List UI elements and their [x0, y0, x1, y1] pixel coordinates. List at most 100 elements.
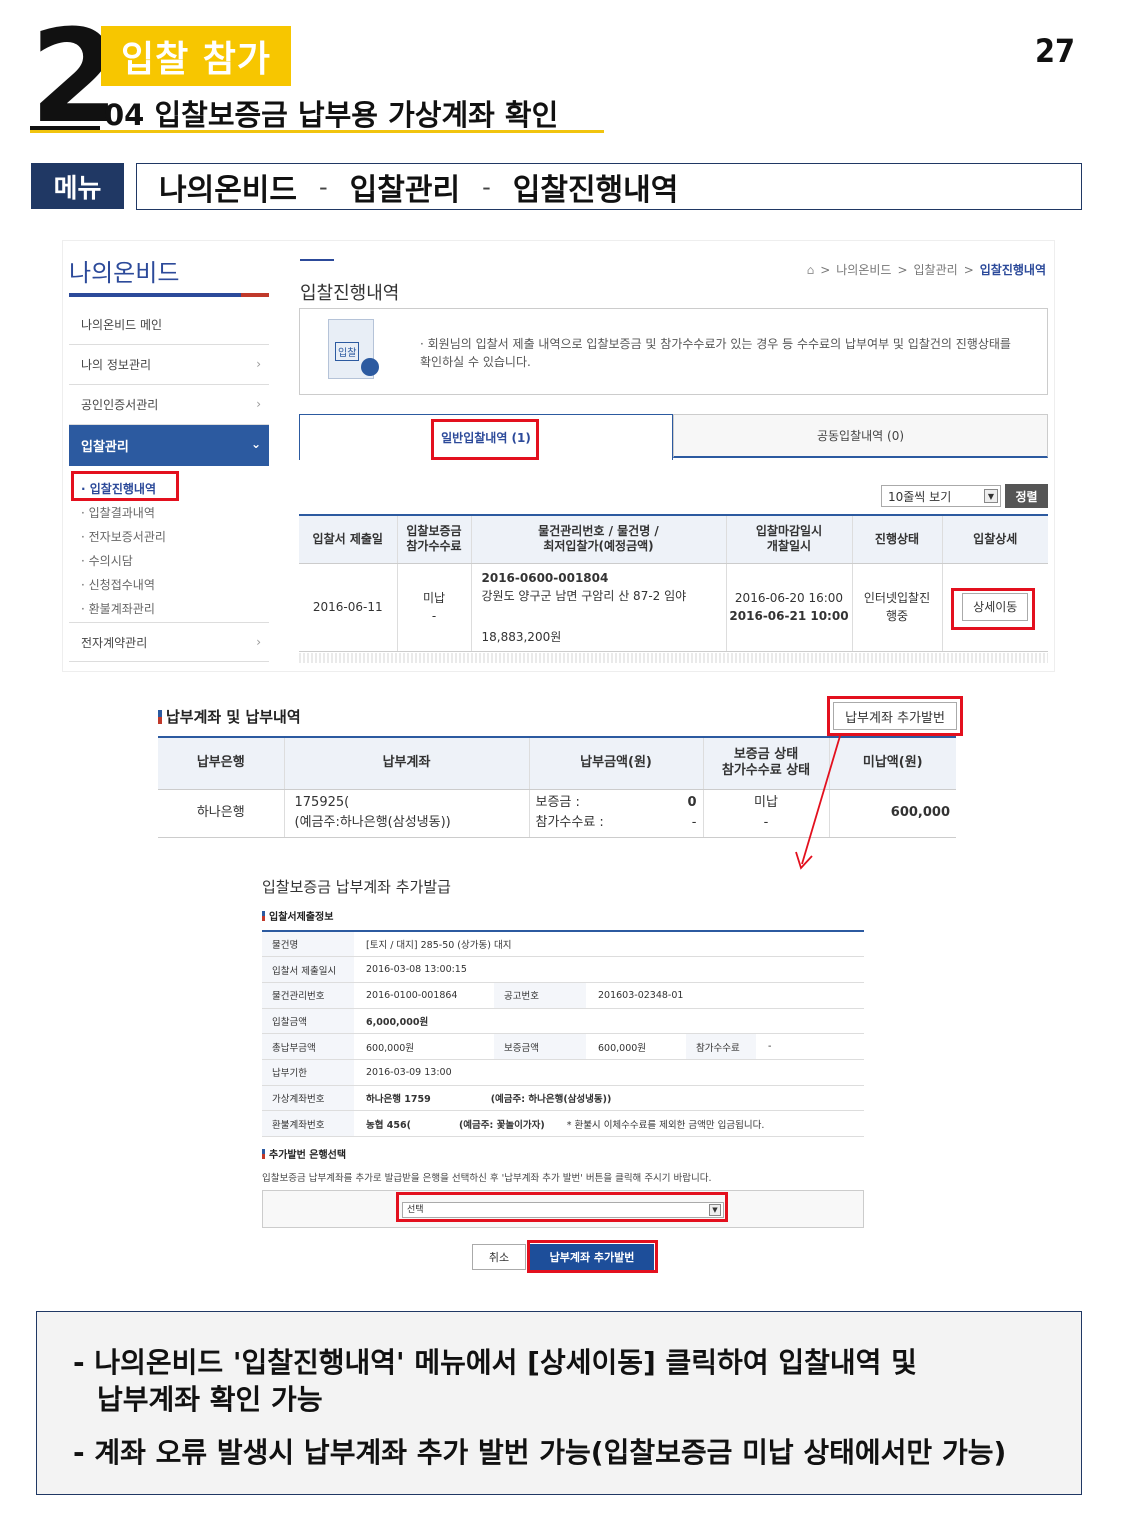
sort-button[interactable]: 정렬	[1005, 484, 1048, 508]
lnb-item-label: 입찰관리	[81, 440, 129, 455]
lnb-item-label: 나의온비드 메인	[81, 318, 163, 332]
row-label: 보증금액	[494, 1033, 586, 1060]
lnb-sub-application[interactable]: · 신청접수내역	[81, 576, 155, 593]
highlight-tab-general	[431, 419, 539, 460]
deposit-status: 미납	[754, 795, 778, 810]
content-title: 입찰진행내역	[300, 283, 400, 304]
pointer-arrow	[795, 735, 841, 870]
table-header-row: 입찰서 제출일 입찰보증금 참가수수료 물건관리번호 / 물건명 / 최저입찰가…	[299, 514, 1048, 564]
bid-info-section-title: 입찰서제출정보	[262, 908, 333, 923]
highlight-bank-select	[396, 1192, 728, 1222]
chevron-right-icon: ›	[256, 397, 261, 411]
stamp-handle-icon	[361, 358, 379, 376]
lnb-item-contract[interactable]: 전자계약관리 ›	[69, 622, 269, 662]
row-value: 600,000원	[354, 1033, 494, 1060]
section-marker-icon	[262, 1148, 265, 1159]
submit-date: 2016-06-11	[299, 563, 397, 652]
deposit-fee-cell: 미납 -	[396, 563, 471, 652]
section-marker-icon	[262, 910, 265, 921]
tab-label: 공동입찰내역 (0)	[816, 429, 905, 443]
highlight-detail-button	[951, 588, 1035, 630]
lnb-sub-negotiation[interactable]: · 수의시담	[81, 552, 133, 569]
summary-line-1: - 나의온비드 '입찰진행내역' 메뉴에서 [상세이동] 클릭하여 입찰내역 및…	[73, 1344, 1081, 1418]
row-label: 참가수수료	[686, 1033, 756, 1060]
lnb-sub-refund-account[interactable]: · 환불계좌관리	[81, 600, 155, 617]
lnb-sub-label: 입찰결과내역	[88, 506, 155, 520]
table-row: 총납부금액 600,000원 보증금액 600,000원 참가수수료 -	[262, 1033, 864, 1060]
item-number: 2016-0600-001804	[481, 570, 609, 585]
lnb-title-bar	[69, 293, 269, 297]
col-header: 납부은행	[158, 736, 284, 790]
lnb-item-cert[interactable]: 공인인증서관리 ›	[69, 385, 269, 425]
lnb-item-main[interactable]: 나의온비드 메인	[69, 305, 269, 345]
deposit-label: 보증금 :	[535, 795, 580, 810]
home-icon[interactable]: ⌂	[807, 263, 815, 277]
virtual-account: 하나은행 1759	[366, 1093, 431, 1105]
fee-status: -	[763, 815, 769, 830]
col-header: 납부계좌	[283, 736, 529, 790]
lnb-sub-label: 수의시담	[88, 554, 133, 568]
deposit-value: 0	[687, 795, 697, 810]
fee-status: -	[431, 609, 437, 623]
menu-path-item: 입찰진행내역	[512, 172, 679, 208]
table-row: 입찰금액 6,000,000원	[262, 1008, 864, 1035]
breadcrumb-item[interactable]: 입찰관리	[914, 261, 958, 278]
bid-table: 입찰서 제출일 입찰보증금 참가수수료 물건관리번호 / 물건명 / 최저입찰가…	[299, 514, 1048, 652]
deposit-amount-line: 보증금 : 0	[536, 793, 697, 813]
row-value: 농협 456((예금주: 꽃놀이가자) * 환불시 이체수수료를 제외한 금액만 …	[354, 1110, 864, 1137]
lnb-sub-label: 환불계좌관리	[88, 602, 155, 616]
lnb-sub-e-guarantee[interactable]: · 전자보증서관리	[81, 528, 166, 545]
add-account-popup-screenshot: 입찰보증금 납부계좌 추가발급 입찰서제출정보 물건명 [토지 / 대지] 285…	[248, 874, 870, 1276]
dropdown-arrow-icon: ▼	[984, 489, 998, 503]
account-holder: (예금주:하나은행(삼성냉동))	[294, 815, 451, 830]
rows-per-page-select[interactable]: 10줄씩 보기 ▼	[881, 485, 1001, 507]
breadcrumb-item[interactable]: 나의온비드	[836, 261, 891, 278]
date-cell: 2016-06-20 16:00 2016-06-21 10:00	[725, 563, 852, 652]
refund-account: 농협 456(	[366, 1119, 411, 1131]
breadcrumb-separator: >	[897, 262, 908, 277]
row-value: 201603-02348-01	[586, 982, 864, 1009]
item-name[interactable]: 강원도 양구군 남면 구암리 산 87-2 임야	[482, 587, 702, 605]
section-title-text: 납부계좌 및 납부내역	[166, 708, 301, 726]
table-row: 가상계좌번호 하나은행 1759 (예금주: 하나은행(삼성냉동))	[262, 1085, 864, 1112]
cancel-button[interactable]: 취소	[472, 1244, 526, 1270]
status-cell: 인터넷입찰진 행중	[851, 563, 942, 652]
highlight-issue-button	[827, 696, 963, 736]
chevron-right-icon: ›	[256, 635, 261, 649]
menu-path-separator: -	[319, 172, 328, 201]
lnb-item-info[interactable]: 나의 정보관리 ›	[69, 345, 269, 385]
col-header: 물건관리번호 / 물건명 / 최저입찰가(예정금액)	[470, 514, 726, 564]
table-row: 납부기한 2016-03-09 13:00	[262, 1059, 864, 1086]
row-label: 입찰금액	[262, 1008, 354, 1035]
section-title-text: 입찰서제출정보	[269, 912, 334, 923]
lnb-sub-bid-result[interactable]: · 입찰결과내역	[81, 504, 155, 521]
col-header: 입찰서 제출일	[299, 514, 397, 564]
highlight-confirm-button	[527, 1240, 658, 1273]
row-label: 물건명	[262, 930, 354, 958]
tab-joint-bids[interactable]: 공동입찰내역 (0)	[673, 414, 1048, 458]
lnb-item-label: 나의 정보관리	[81, 358, 152, 372]
content-title-bar	[300, 259, 334, 261]
row-value: 2016-03-09 13:00	[354, 1059, 864, 1086]
account-holder: (예금주: 하나은행(삼성냉동))	[490, 1093, 612, 1105]
table-row: 환불계좌번호 농협 456((예금주: 꽃놀이가자) * 환불시 이체수수료를 제외…	[262, 1110, 864, 1137]
row-value: [토지 / 대지] 285-50 (상가동) 대지	[354, 930, 864, 958]
lnb-item-label: 전자계약관리	[81, 635, 148, 650]
summary-line-2: - 계좌 오류 발생시 납부계좌 추가 발번 가능(입찰보증금 미납 상태에서만…	[73, 1436, 1007, 1469]
lnb-item-bid-management[interactable]: 입찰관리 ⌄	[69, 425, 269, 466]
account-number: 175925(	[294, 795, 350, 810]
account-cell: 175925( (예금주:하나은행(삼성냉동))	[283, 789, 529, 838]
row-label: 입찰서 제출일시	[262, 956, 354, 983]
section-title-text: 추가발번 은행선택	[269, 1150, 347, 1161]
row-label: 공고번호	[494, 982, 586, 1009]
deposit-status: 미납	[422, 591, 446, 605]
col-header: 입찰보증금 참가수수료	[396, 514, 471, 564]
col-header: 진행상태	[851, 514, 942, 564]
section-subtitle: 04 입찰보증금 납부용 가상계좌 확인	[104, 98, 559, 132]
breadcrumb-current: 입찰진행내역	[979, 263, 1046, 277]
refund-note: * 환불시 이체수수료를 제외한 금액만 입금됩니다.	[566, 1119, 765, 1131]
row-value: -	[756, 1033, 864, 1060]
status-text: 행중	[885, 609, 909, 623]
lnb-title: 나의온비드	[69, 259, 180, 287]
bid-document-icon: 입찰	[328, 319, 379, 379]
